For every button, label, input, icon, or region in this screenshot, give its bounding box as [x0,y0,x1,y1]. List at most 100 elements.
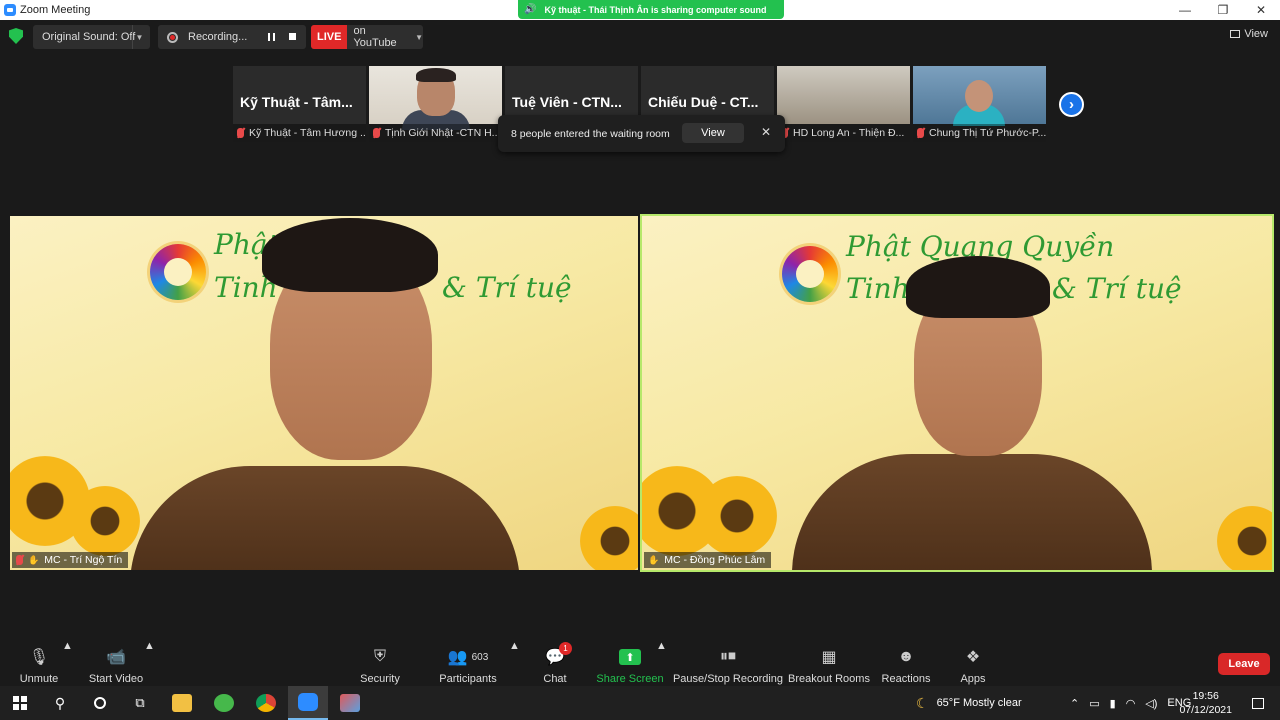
stop-recording-icon[interactable] [289,33,296,40]
participant-thumbnail[interactable]: Chung Thị Tứ Phước-P... [913,66,1046,142]
security-label: Security [360,673,400,685]
pause-recording-icon[interactable] [268,33,275,41]
minimize-button[interactable]: — [1166,0,1204,20]
person-hair [906,256,1050,318]
participant-caption: Kỹ Thuật - Tâm Hương ... [233,124,366,142]
weather-text: 65°F Mostly clear [936,697,1022,709]
recording-icon [167,31,178,43]
pause-stop-recording-button[interactable]: ⏸⏹ Pause/Stop Recording [672,640,784,686]
chat-button[interactable]: 💬 1 Chat [538,640,572,686]
chevron-up-icon[interactable]: ▲ [144,640,155,686]
chat-label: Chat [543,673,567,685]
live-stream-button[interactable]: LIVE on YouTube ▼ [311,25,423,49]
reactions-label: Reactions [881,673,931,685]
participant-name: Kỹ Thuật - Tâm Hương ... [249,127,366,139]
participants-icon: 👥 603 [447,649,489,666]
battery-icon[interactable]: ▮ [1110,697,1116,710]
waiting-room-toast: 8 people entered the waiting room View ✕ [498,115,785,152]
security-button[interactable]: ⛨ Security [358,640,402,686]
person-body [130,466,520,570]
mic-muted-icon [373,128,380,138]
moon-icon: ☾ [916,694,929,711]
start-button[interactable] [0,686,40,720]
close-icon[interactable]: ✕ [761,125,771,139]
apps-label: Apps [960,673,986,685]
breakout-rooms-button[interactable]: ▦ Breakout Rooms [788,640,870,686]
video-tile-left[interactable]: Phật ền Tinh & Trí tuệ ✋ MC - Trí Ngộ Tí… [10,216,638,570]
window-controls: — ❐ ✕ [1166,0,1280,20]
sharing-sound-banner[interactable]: 🔊 Kỹ thuật - Thái Thịnh Ân is sharing co… [518,0,784,19]
host-icon: ✋ [648,554,660,565]
chevron-up-icon[interactable]: ▲ [62,640,73,686]
apps-icon: ❖ [965,649,981,666]
app-green-icon[interactable] [204,686,244,720]
live-badge: LIVE [311,25,348,49]
participant-name: Chung Thị Tứ Phước-P... [929,127,1046,139]
grid-view-icon [1230,30,1241,38]
reactions-icon: ☻ [897,648,915,665]
person-hair [262,218,438,292]
participant-video [369,66,502,130]
participant-caption: HD Long An - Thiện Đ... [777,124,910,142]
network-icon[interactable]: ▭ [1089,697,1099,710]
volume-icon[interactable]: ◁) [1145,697,1157,710]
search-icon[interactable]: ⚲ [40,686,80,720]
recording-indicator: Recording... [158,25,306,49]
participant-caption: Chung Thị Tứ Phước-P... [913,124,1046,142]
maximize-button[interactable]: ❐ [1204,0,1242,20]
chevron-down-icon[interactable]: ▼ [132,25,146,49]
encryption-shield-icon[interactable] [9,28,23,44]
background-text: & Trí tuệ [1052,272,1182,305]
video-tile-right[interactable]: Phật Quang Quyền Tinh h & Trí tuệ ✋ MC -… [640,214,1274,572]
share-screen-button[interactable]: ⬆ Share Screen [596,640,664,686]
apps-button[interactable]: ❖ Apps [958,640,988,686]
toast-view-button[interactable]: View [682,123,744,143]
chevron-up-icon[interactable]: ⌃ [1070,697,1079,710]
system-tray: ⌃ ▭ ▮ ◠ ◁) ENG [1070,686,1191,720]
original-sound-button[interactable]: Original Sound: Off ▼ [33,25,150,49]
participant-thumbnail[interactable]: HD Long An - Thiện Đ... [777,66,910,142]
paint-icon[interactable] [330,686,370,720]
next-page-arrow-icon[interactable]: › [1059,92,1084,117]
participants-button[interactable]: 👥 603 Participants [438,640,498,686]
participant-name-tag: ✋ MC - Đồng Phúc Lâm [644,552,772,568]
leave-button[interactable]: Leave [1218,653,1270,675]
reactions-button[interactable]: ☻ Reactions [881,640,931,686]
host-icon: ✋ [28,554,40,565]
chat-icon: 💬 1 [545,642,572,668]
meeting-controls-toolbar: 🎙 Unmute ▲ 📹 Start Video ▲ ⛨ Security 👥 6… [0,640,1280,686]
participant-thumbnail[interactable]: Kỹ Thuật - Tâm... Kỹ Thuật - Tâm Hương .… [233,66,366,142]
sunflower-decoration [1217,506,1272,570]
view-button[interactable]: View [1230,28,1268,40]
participant-name: MC - Trí Ngộ Tín [44,554,123,566]
dharma-wheel-logo [150,244,206,300]
participant-big-name: Tuệ Viên - CTN... [512,94,622,110]
participant-name-tag: ✋ MC - Trí Ngộ Tín [12,552,129,568]
close-button[interactable]: ✕ [1242,0,1280,20]
taskbar-clock[interactable]: 19:56 07/12/2021 [1179,689,1232,717]
file-explorer-icon[interactable] [162,686,202,720]
start-video-button[interactable]: 📹 Start Video [88,640,144,686]
task-view-icon[interactable]: ⧉ [120,686,160,720]
participants-count: 603 [471,651,489,663]
share-screen-icon: ⬆ [619,646,641,668]
chrome-icon[interactable] [246,686,286,720]
notifications-icon[interactable] [1238,686,1278,720]
chevron-up-icon[interactable]: ▲ [509,640,520,686]
cortana-icon[interactable] [80,686,120,720]
unmute-button[interactable]: 🎙 Unmute [18,640,60,686]
wifi-icon[interactable]: ◠ [1126,697,1136,710]
participant-name: MC - Đồng Phúc Lâm [664,554,766,566]
live-target-label: on YouTube [353,25,397,49]
zoom-taskbar-icon[interactable] [288,686,328,720]
participant-big-name: Chiếu Duệ - CT... [648,94,759,110]
recording-label: Pause/Stop Recording [672,673,784,685]
window-title: Zoom Meeting [20,4,91,16]
participant-big-name: Kỹ Thuật - Tâm... [240,94,353,110]
participant-video [913,66,1046,126]
chevron-down-icon: ▼ [415,32,423,42]
chevron-up-icon[interactable]: ▲ [656,640,667,686]
weather-widget[interactable]: ☾ 65°F Mostly clear [916,686,1022,720]
pause-stop-icon: ⏸⏹ [719,648,736,665]
participant-thumbnail[interactable]: Tịnh Giới Nhật -CTN H... [369,66,502,142]
